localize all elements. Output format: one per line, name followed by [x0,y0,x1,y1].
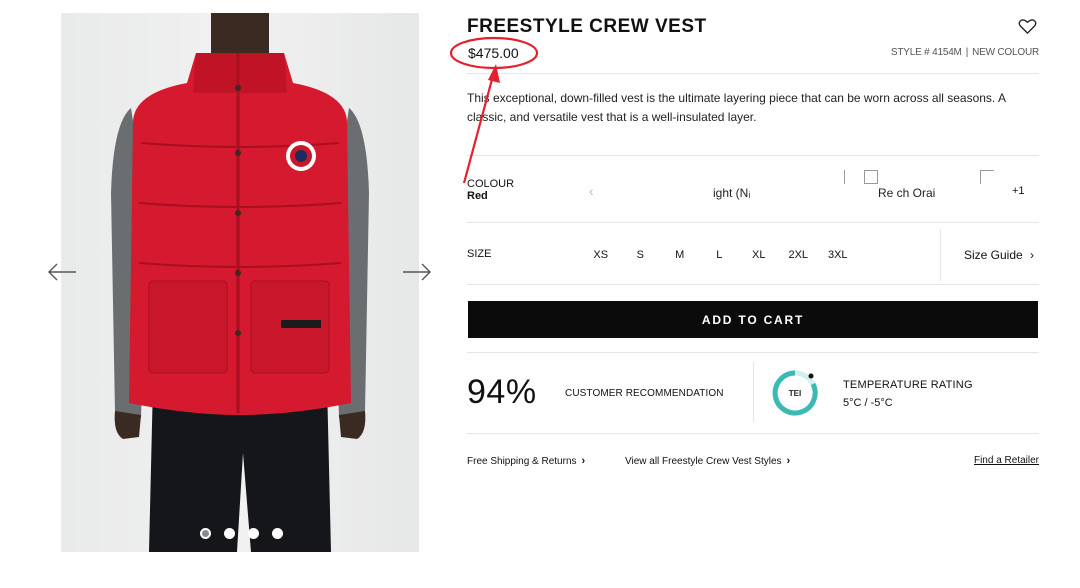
chevron-right-icon: › [1030,248,1035,262]
size-option-xl[interactable]: XL [739,249,779,261]
divider [467,73,1039,74]
product-image [61,13,419,552]
size-option-s[interactable]: S [621,249,661,261]
view-all-styles-link[interactable]: View all Freestyle Crew Vest Styles › [625,455,790,467]
heart-icon[interactable] [1018,18,1037,35]
size-option-2xl[interactable]: 2XL [779,249,819,261]
style-meta: STYLE # 4154M | NEW COLOUR [890,47,1039,58]
add-to-cart-button[interactable]: ADD TO CART [468,301,1038,338]
product-title: FREESTYLE CREW VEST [467,16,707,37]
carousel-dot[interactable] [200,528,211,539]
more-colours-count[interactable]: +1 [1012,185,1025,197]
product-price: $475.00 [468,45,519,61]
carousel-dot[interactable] [272,528,283,539]
previous-image-arrow-icon[interactable] [47,262,77,282]
recommendation-percent: 94% [467,373,537,411]
free-shipping-label: Free Shipping & Returns [467,456,577,467]
chevron-left-icon[interactable]: ‹ [589,183,594,199]
temperature-rating-title: TEMPERATURE RATING [843,379,973,391]
colour-swatch-2-label[interactable]: Re ch Orai [878,186,935,200]
model-photo [111,13,369,552]
chevron-right-icon: › [581,455,586,467]
temp-badge: TEI [789,389,801,398]
selected-colour: Red [467,190,488,202]
size-guide-link[interactable]: Size Guide › [964,248,1034,262]
temperature-gauge-icon: TEI [772,370,818,416]
colour-swatch-frame [980,170,994,184]
temperature-range: 5°C / -5°C [843,397,893,409]
divider [467,222,1039,223]
style-number: STYLE # 4154M [890,47,962,58]
product-description: This exceptional, down-filled vest is th… [467,91,1006,124]
divider [940,229,941,281]
size-options: XS S M L XL 2XL 3XL [581,249,858,261]
view-all-styles-label: View all Freestyle Crew Vest Styles [625,456,782,467]
carousel-dot[interactable] [224,528,235,539]
find-retailer-link[interactable]: Find a Retailer [974,455,1039,466]
colour-swatch-checkbox[interactable] [864,170,878,184]
size-option-xs[interactable]: XS [581,249,621,261]
colour-label: COLOUR Red [467,178,514,202]
new-colour-tag: NEW COLOUR [972,47,1039,58]
divider [467,155,1039,156]
divider [467,352,1039,353]
size-option-3xl[interactable]: 3XL [818,249,858,261]
size-label: SIZE [467,248,492,260]
colour-swatch-frame [844,170,858,184]
carousel-dots [200,528,283,539]
size-guide-label: Size Guide [964,248,1023,262]
next-image-arrow-icon[interactable] [402,262,432,282]
divider [467,284,1039,285]
colour-swatch-1-label[interactable]: ight (Nᵢ [713,186,750,200]
divider [753,362,754,422]
carousel-dot[interactable] [248,528,259,539]
recommendation-label: CUSTOMER RECOMMENDATION [565,388,724,399]
colour-heading: COLOUR [467,178,515,190]
divider [467,433,1039,434]
size-option-l[interactable]: L [700,249,740,261]
chevron-right-icon: › [786,455,791,467]
size-option-m[interactable]: M [660,249,700,261]
free-shipping-link[interactable]: Free Shipping & Returns › [467,455,585,467]
